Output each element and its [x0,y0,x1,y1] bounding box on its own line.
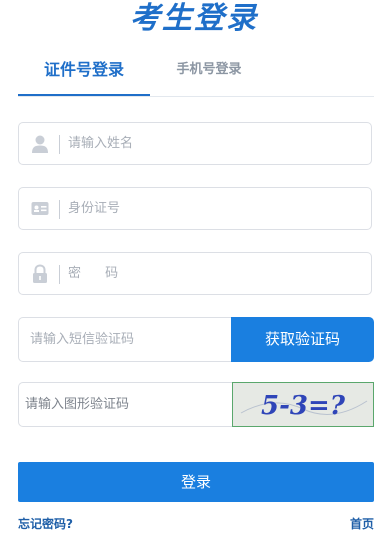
get-sms-code-button[interactable]: 获取验证码 [231,317,374,362]
id-number-input[interactable] [68,188,358,229]
page-title: 考生登录 [130,1,258,36]
field-separator [59,200,60,219]
captcha-image[interactable]: 5-3=? [232,382,374,427]
lock-icon [33,264,47,283]
active-tab-indicator [18,94,150,96]
field-separator [59,265,60,284]
password-field [18,252,372,295]
sms-code-field [18,317,232,362]
captcha-input[interactable] [25,383,225,426]
id-number-field [18,187,372,230]
tab-id-login[interactable]: 证件号登录 [18,50,150,95]
login-tabs: 证件号登录 手机号登录 [18,50,374,97]
sms-code-row: 获取验证码 [18,317,374,362]
captcha-text: 5-3=? [261,391,346,421]
tab-phone-login[interactable]: 手机号登录 [168,50,250,95]
forgot-password-link[interactable]: 忘记密码? [18,515,73,532]
home-link[interactable]: 首页 [350,515,374,532]
id-card-icon [31,202,49,215]
password-input[interactable] [68,253,358,294]
name-input[interactable] [68,123,358,164]
sms-code-input[interactable] [30,318,225,361]
login-button[interactable]: 登录 [18,462,374,502]
captcha-field [18,382,232,427]
user-icon [32,135,48,153]
captcha-row: 5-3=? [18,382,374,427]
field-separator [59,135,60,154]
name-field [18,122,372,165]
